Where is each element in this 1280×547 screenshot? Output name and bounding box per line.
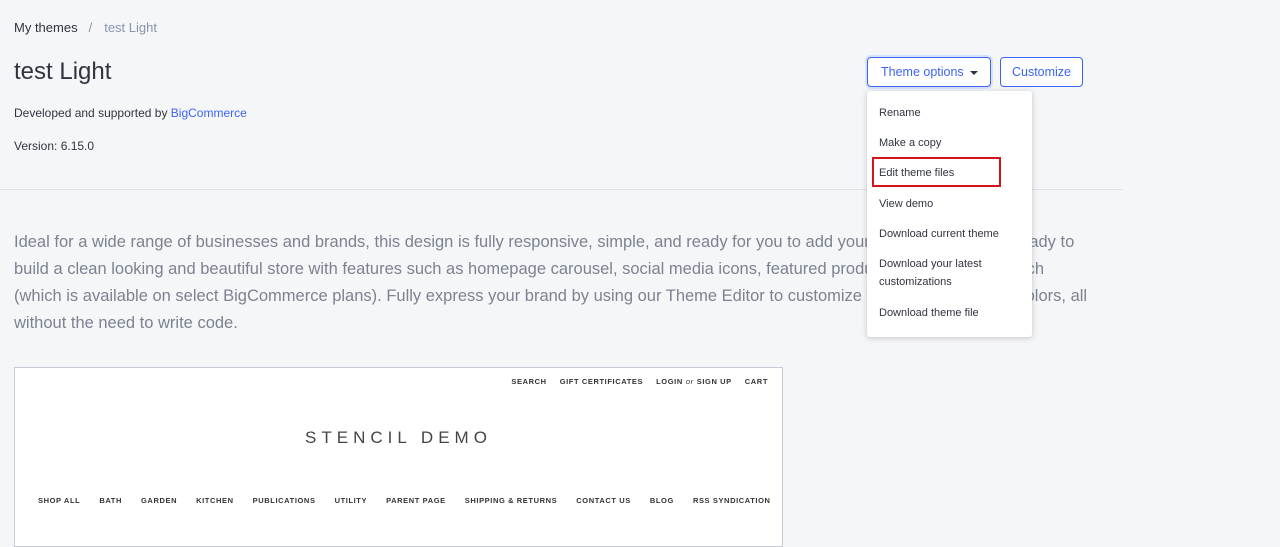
- preview-nav-item: CONTACT US: [576, 496, 631, 505]
- preview-login-link: LOGIN: [656, 377, 683, 386]
- edit-theme-files-highlight: [872, 157, 1001, 187]
- theme-preview-image: SEARCH GIFT CERTIFICATES LOGIN or SIGN U…: [14, 367, 783, 547]
- preview-signup-link: SIGN UP: [696, 377, 732, 386]
- menu-item-download-customizations[interactable]: Download your latest customizations: [879, 255, 1024, 291]
- preview-gift-link: GIFT CERTIFICATES: [559, 377, 644, 386]
- breadcrumb-current: test Light: [104, 20, 157, 35]
- theme-options-label: Theme options: [881, 65, 964, 79]
- preview-cart-link: CART: [744, 377, 768, 386]
- caret-down-icon: [970, 71, 978, 75]
- preview-nav-item: SHOP ALL: [38, 496, 81, 505]
- preview-nav-item: UTILITY: [334, 496, 368, 505]
- developer-link[interactable]: BigCommerce: [171, 106, 247, 120]
- menu-item-make-copy[interactable]: Make a copy: [879, 134, 1024, 152]
- breadcrumb-separator: /: [88, 20, 93, 35]
- customize-button[interactable]: Customize: [1000, 57, 1083, 87]
- menu-item-download-theme-file[interactable]: Download theme file: [879, 304, 1024, 322]
- breadcrumb-my-themes[interactable]: My themes: [14, 20, 78, 36]
- preview-nav-item: RSS SYNDICATION: [692, 496, 771, 505]
- preview-or-text: or: [685, 377, 694, 386]
- theme-version: Version: 6.15.0: [14, 139, 95, 153]
- preview-search-link: SEARCH: [511, 377, 547, 386]
- preview-nav-item: GARDEN: [141, 496, 178, 505]
- menu-item-view-demo[interactable]: View demo: [879, 195, 1024, 213]
- preview-top-links: SEARCH GIFT CERTIFICATES LOGIN or SIGN U…: [498, 377, 768, 386]
- theme-options-button[interactable]: Theme options: [867, 57, 991, 87]
- preview-nav-item: SHIPPING & RETURNS: [464, 496, 558, 505]
- preview-nav-item: BATH: [99, 496, 122, 505]
- menu-item-rename[interactable]: Rename: [879, 104, 1024, 122]
- preview-nav-item: PUBLICATIONS: [252, 496, 316, 505]
- developer-line: Developed and supported by BigCommerce: [14, 105, 247, 121]
- developer-prefix: Developed and supported by: [14, 106, 168, 120]
- preview-nav-item: PARENT PAGE: [386, 496, 446, 505]
- theme-options-menu: Rename Make a copy Edit theme files View…: [867, 91, 1032, 337]
- breadcrumb: My themes / test Light: [14, 20, 157, 36]
- preview-nav: SHOP ALL BATH GARDEN KITCHEN PUBLICATION…: [38, 496, 782, 505]
- menu-item-download-current-theme[interactable]: Download current theme: [879, 225, 1024, 243]
- preview-store-title: STENCIL DEMO: [305, 428, 492, 447]
- page-title: test Light: [14, 58, 112, 85]
- preview-nav-item: BLOG: [649, 496, 674, 505]
- preview-nav-item: KITCHEN: [196, 496, 234, 505]
